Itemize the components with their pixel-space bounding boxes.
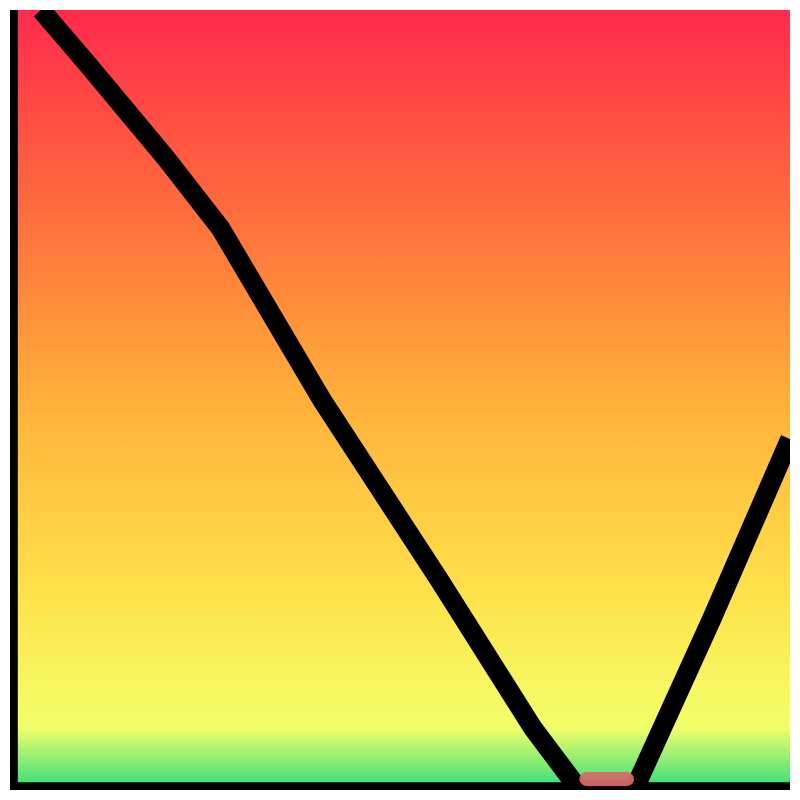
chart-svg — [10, 10, 790, 790]
optimum-marker — [579, 772, 634, 786]
plot-area — [10, 10, 790, 790]
bottleneck-curve — [41, 10, 790, 790]
gradient-background — [10, 10, 790, 790]
